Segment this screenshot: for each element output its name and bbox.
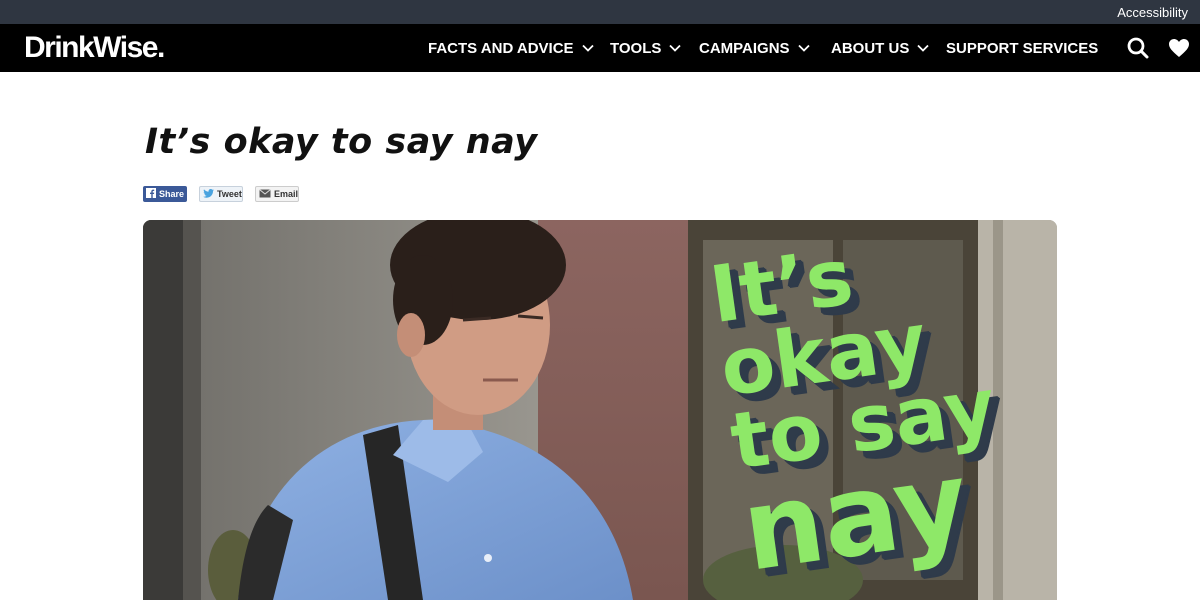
chevron-down-icon xyxy=(581,42,594,54)
tweet-label: Tweet xyxy=(217,189,242,199)
facebook-icon xyxy=(146,188,156,200)
nav-item-tools[interactable]: TOOLS xyxy=(610,24,682,72)
hero-campaign-text: It’s okay to say nay xyxy=(705,220,1049,597)
facebook-share-button[interactable]: Share xyxy=(143,186,187,202)
nav-item-about-us[interactable]: ABOUT US xyxy=(831,24,929,72)
chevron-down-icon xyxy=(917,42,929,54)
hero-video-image[interactable]: It’s okay to say nay xyxy=(143,220,1057,600)
nav-item-facts-and-advice[interactable]: FACTS AND ADVICE xyxy=(428,24,594,72)
facebook-share-label: Share xyxy=(159,189,185,199)
heart-icon[interactable] xyxy=(1167,36,1191,60)
email-share-button[interactable]: Email xyxy=(255,186,299,202)
tweet-button[interactable]: Tweet xyxy=(199,186,243,202)
utility-bar: Accessibility xyxy=(0,0,1200,24)
nav-item-campaigns[interactable]: CAMPAIGNS xyxy=(699,24,810,72)
chevron-down-icon xyxy=(669,42,682,54)
chevron-down-icon xyxy=(797,42,810,54)
nav-item-label: SUPPORT SERVICES xyxy=(946,39,1099,57)
nav-item-label: CAMPAIGNS xyxy=(699,39,790,57)
nav-item-label: ABOUT US xyxy=(831,39,910,57)
nav-item-label: TOOLS xyxy=(610,39,662,57)
envelope-icon xyxy=(259,188,271,200)
drinkwise-logo[interactable]: DrinkWise. xyxy=(24,32,165,64)
twitter-bird-icon xyxy=(203,188,214,200)
page-title: It’s okay to say nay xyxy=(145,122,538,162)
main-nav: DrinkWise. FACTS AND ADVICE TOOLS CAMPAI… xyxy=(0,24,1200,72)
nav-item-support-services[interactable]: SUPPORT SERVICES xyxy=(946,24,1098,72)
accessibility-link[interactable]: Accessibility xyxy=(1117,5,1188,20)
nav-item-label: FACTS AND ADVICE xyxy=(428,39,574,57)
email-label: Email xyxy=(274,189,299,199)
search-icon[interactable] xyxy=(1126,36,1150,60)
